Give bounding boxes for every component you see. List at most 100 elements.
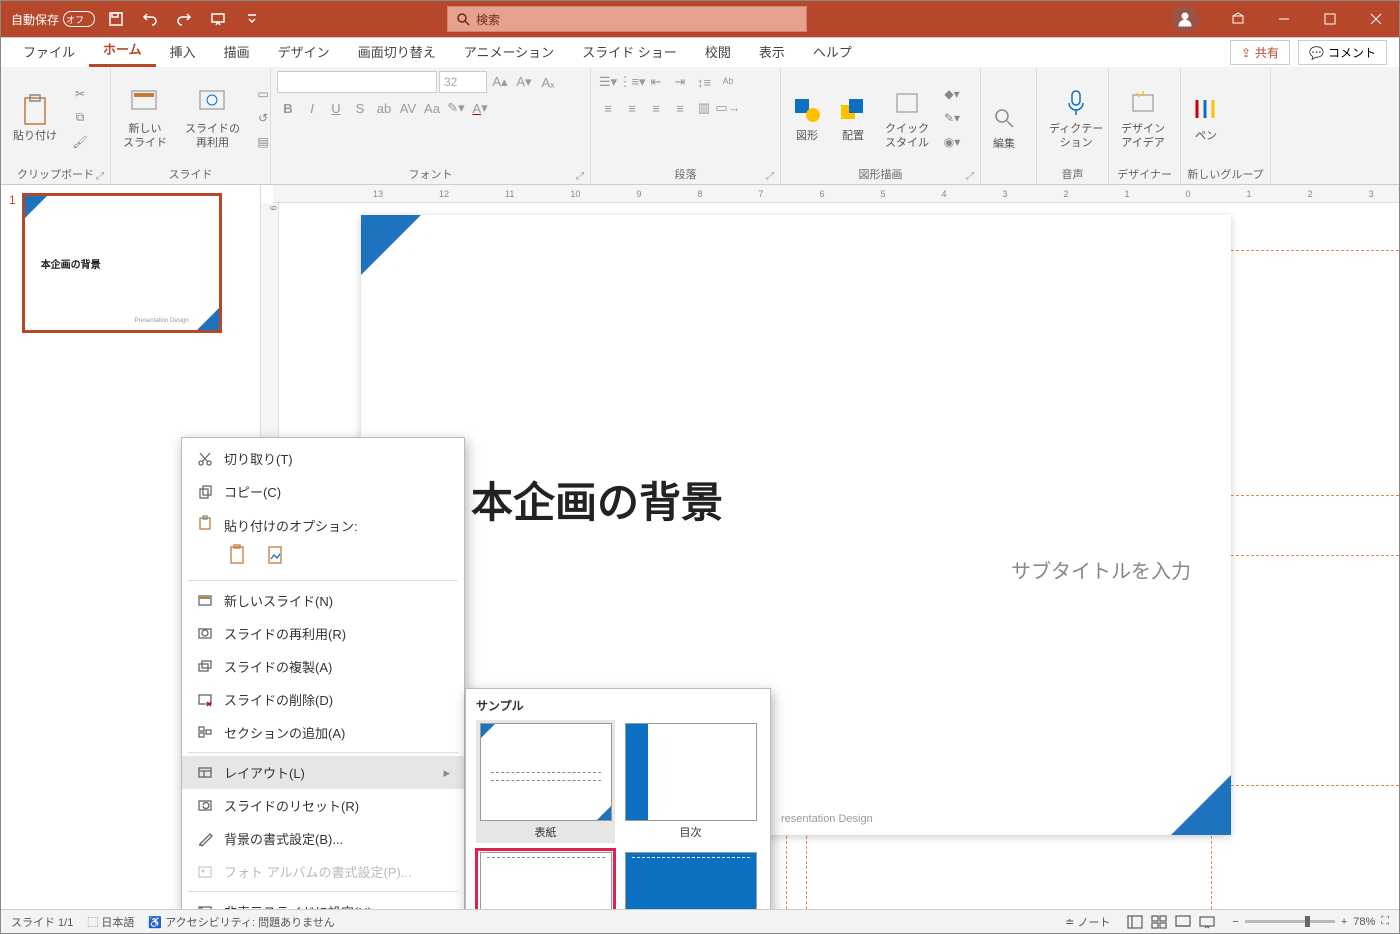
minimize-button[interactable] (1261, 1, 1307, 37)
layout-option-cover[interactable]: 表紙 (476, 720, 615, 843)
tab-help[interactable]: ヘルプ (799, 36, 866, 67)
tab-review[interactable]: 校閲 (691, 36, 745, 67)
indent-inc-icon[interactable]: ⇥ (669, 71, 691, 93)
slide-title[interactable]: 本企画の背景 (471, 469, 723, 530)
paste-keep-theme[interactable] (224, 541, 252, 569)
line-spacing-icon[interactable]: ↕≡ (693, 71, 715, 93)
tab-design[interactable]: デザイン (264, 36, 344, 67)
user-avatar[interactable] (1171, 5, 1199, 33)
quick-styles-button[interactable]: クイック スタイル (879, 81, 935, 153)
italic-button[interactable]: I (301, 97, 323, 119)
zoom-out-icon[interactable]: − (1232, 916, 1238, 928)
grow-font-icon[interactable]: A▴ (489, 71, 511, 93)
share-button[interactable]: ⇪共有 (1230, 40, 1290, 65)
layout-option-toc[interactable]: 目次 (621, 720, 760, 843)
arrange-button[interactable]: 配置 (833, 88, 873, 147)
notes-toggle[interactable]: ≐ ノート (1065, 914, 1110, 930)
ctx-reset-slide[interactable]: スライドのリセット(R) (182, 789, 464, 822)
undo-icon[interactable] (137, 6, 163, 32)
shape-fill-icon[interactable]: ◆▾ (941, 83, 963, 105)
smartart-icon[interactable]: ▭→ (717, 97, 739, 119)
highlight-icon[interactable]: ✎▾ (445, 97, 467, 119)
tab-draw[interactable]: 描画 (210, 36, 264, 67)
align-left-icon[interactable]: ≡ (597, 97, 619, 119)
format-painter-icon[interactable]: 🖌 (69, 131, 91, 153)
save-icon[interactable] (103, 6, 129, 32)
ctx-format-background[interactable]: 背景の書式設定(B)... (182, 822, 464, 855)
shape-effects-icon[interactable]: ◉▾ (941, 131, 963, 153)
tab-animations[interactable]: アニメーション (450, 36, 568, 67)
ctx-cut[interactable]: 切り取り(T) (182, 442, 464, 475)
font-size-input[interactable]: 32 (439, 71, 487, 93)
ctx-layout[interactable]: レイアウト(L)▸ (182, 756, 464, 789)
justify-icon[interactable]: ≡ (669, 97, 691, 119)
copy-icon[interactable]: ⧉ (69, 107, 91, 129)
font-name-input[interactable] (277, 71, 437, 93)
char-spacing-icon[interactable]: AV (397, 97, 419, 119)
ctx-hide-slide[interactable]: 非表示スライドに設定(H) (182, 895, 464, 909)
numbering-icon[interactable]: ⋮≡▾ (621, 71, 643, 93)
ribbon-options-icon[interactable] (1215, 1, 1261, 37)
strike-button[interactable]: S (349, 97, 371, 119)
layout-option-blank[interactable]: ブランク (621, 849, 760, 909)
autosave-toggle[interactable]: 自動保存 オフ (11, 11, 95, 28)
normal-view-icon[interactable] (1124, 913, 1146, 931)
language-indicator[interactable]: ⬚ 日本語 (87, 914, 134, 930)
slideshow-view-icon[interactable] (1196, 913, 1218, 931)
align-center-icon[interactable]: ≡ (621, 97, 643, 119)
slide-subtitle-placeholder[interactable]: サブタイトルを入力 (1011, 555, 1191, 584)
ctx-reuse-slide[interactable]: スライドの再利用(R) (182, 617, 464, 650)
redo-icon[interactable] (171, 6, 197, 32)
text-direction-icon[interactable]: ᴬᵇ (717, 71, 739, 93)
ctx-duplicate-slide[interactable]: スライドの複製(A) (182, 650, 464, 683)
maximize-button[interactable] (1307, 1, 1353, 37)
tab-view[interactable]: 表示 (745, 36, 799, 67)
shrink-font-icon[interactable]: A▾ (513, 71, 535, 93)
zoom-value[interactable]: 78% (1353, 916, 1375, 928)
zoom-in-icon[interactable]: + (1341, 916, 1347, 928)
tab-transitions[interactable]: 画面切り替え (344, 36, 450, 67)
reading-view-icon[interactable] (1172, 913, 1194, 931)
qat-more-icon[interactable] (239, 6, 265, 32)
tab-insert[interactable]: 挿入 (156, 36, 210, 67)
shapes-button[interactable]: 図形 (787, 88, 827, 147)
paste-as-picture[interactable] (262, 541, 290, 569)
ctx-copy[interactable]: コピー(C) (182, 475, 464, 508)
align-right-icon[interactable]: ≡ (645, 97, 667, 119)
bold-button[interactable]: B (277, 97, 299, 119)
ctx-add-section[interactable]: セクションの追加(A) (182, 716, 464, 749)
tab-home[interactable]: ホーム (89, 33, 156, 67)
accessibility-checker[interactable]: ♿ アクセシビリティ: 問題ありません (148, 914, 334, 930)
dictate-button[interactable]: ディクテー ション (1043, 81, 1109, 153)
search-input[interactable]: 検索 (447, 6, 807, 32)
present-icon[interactable] (205, 6, 231, 32)
para-launcher-icon[interactable]: ⤢ (766, 171, 774, 182)
pen-button[interactable]: ペン (1187, 88, 1225, 147)
slide-thumbnail-1[interactable]: 1 本企画の背景 Presentation Design (9, 193, 252, 333)
tab-slideshow[interactable]: スライド ショー (568, 36, 691, 67)
slide-counter[interactable]: スライド 1/1 (11, 914, 73, 930)
clipboard-launcher-icon[interactable]: ⤢ (96, 171, 104, 182)
clear-format-icon[interactable]: Aₓ (537, 71, 559, 93)
layout-option-contents[interactable]: コンテンツ (476, 849, 615, 909)
zoom-slider[interactable]: − + 78% ⛶ (1232, 915, 1389, 928)
close-button[interactable] (1353, 1, 1399, 37)
ctx-delete-slide[interactable]: スライドの削除(D) (182, 683, 464, 716)
editing-button[interactable]: 編集 (987, 96, 1021, 155)
tab-file[interactable]: ファイル (9, 36, 89, 67)
shape-outline-icon[interactable]: ✎▾ (941, 107, 963, 129)
fit-to-window-icon[interactable]: ⛶ (1381, 915, 1389, 928)
sorter-view-icon[interactable] (1148, 913, 1170, 931)
cut-icon[interactable]: ✂ (69, 83, 91, 105)
shadow-button[interactable]: ab (373, 97, 395, 119)
indent-dec-icon[interactable]: ⇤ (645, 71, 667, 93)
reuse-slide-button[interactable]: スライドの 再利用 (179, 81, 246, 153)
font-launcher-icon[interactable]: ⤢ (576, 171, 584, 182)
new-slide-button[interactable]: 新しい スライド (117, 81, 173, 153)
change-case-icon[interactable]: Aa (421, 97, 443, 119)
font-color-icon[interactable]: A▾ (469, 97, 491, 119)
underline-button[interactable]: U (325, 97, 347, 119)
paste-button[interactable]: 貼り付け (7, 88, 63, 147)
columns-icon[interactable]: ▥ (693, 97, 715, 119)
draw-launcher-icon[interactable]: ⤢ (966, 171, 974, 182)
